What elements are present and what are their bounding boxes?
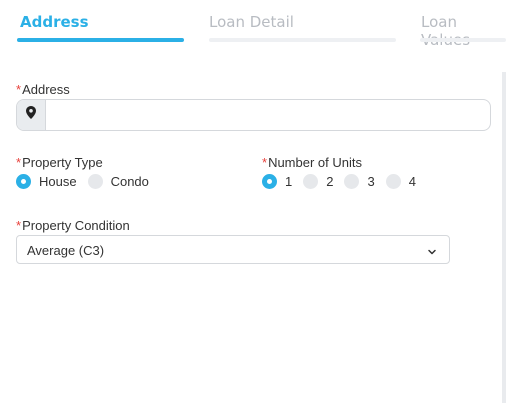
tab-loan-values[interactable]: Loan Values [421, 13, 506, 49]
radio-label: Condo [110, 173, 149, 189]
units-option-3[interactable]: 3 [344, 173, 375, 189]
address-input[interactable] [46, 100, 490, 130]
radio-label: 1 [285, 173, 293, 189]
radio-button[interactable] [303, 173, 319, 189]
radio-button[interactable] [344, 173, 360, 189]
units-option-4[interactable]: 4 [385, 173, 416, 189]
property-condition-value: Average (C3) [27, 243, 105, 258]
required-marker: * [16, 155, 22, 170]
address-label: *Address [16, 82, 70, 97]
property-type-option-condo[interactable]: Condo [87, 173, 149, 189]
tab-address-indicator [17, 38, 184, 42]
radio-label: House [39, 173, 77, 189]
property-type-option-house[interactable]: House [16, 173, 77, 189]
tab-loan-detail-indicator [209, 38, 396, 42]
map-pin-icon [26, 106, 36, 124]
property-condition-label-text: Property Condition [22, 218, 130, 233]
address-addon [17, 100, 46, 130]
radio-button[interactable] [87, 173, 103, 189]
radio-label: 4 [408, 173, 416, 189]
tab-address[interactable]: Address [20, 13, 89, 31]
chevron-down-icon [427, 244, 437, 262]
address-label-text: Address [22, 82, 70, 97]
units-option-2[interactable]: 2 [303, 173, 334, 189]
property-type-label-text: Property Type [22, 155, 103, 170]
radio-label: 2 [326, 173, 334, 189]
radio-button-checked[interactable] [262, 173, 277, 189]
required-marker: * [16, 82, 22, 97]
address-field [16, 99, 491, 131]
property-condition-label: *Property Condition [16, 218, 130, 233]
scrollbar[interactable] [502, 72, 506, 403]
radio-button[interactable] [385, 173, 401, 189]
units-option-1[interactable]: 1 [262, 173, 293, 189]
number-of-units-radio-group: 1 2 3 4 [262, 173, 427, 189]
property-type-label: *Property Type [16, 155, 103, 170]
radio-label: 3 [367, 173, 375, 189]
required-marker: * [262, 155, 268, 170]
property-condition-select[interactable]: Average (C3) [16, 235, 450, 264]
radio-button-checked[interactable] [16, 173, 31, 189]
tab-loan-values-indicator [420, 38, 506, 42]
number-of-units-label: *Number of Units [262, 155, 362, 170]
tab-loan-detail[interactable]: Loan Detail [209, 13, 294, 31]
number-of-units-label-text: Number of Units [268, 155, 362, 170]
property-type-radio-group: House Condo [16, 173, 160, 189]
required-marker: * [16, 218, 22, 233]
tab-bar: Address Loan Detail Loan Values [0, 0, 506, 49]
